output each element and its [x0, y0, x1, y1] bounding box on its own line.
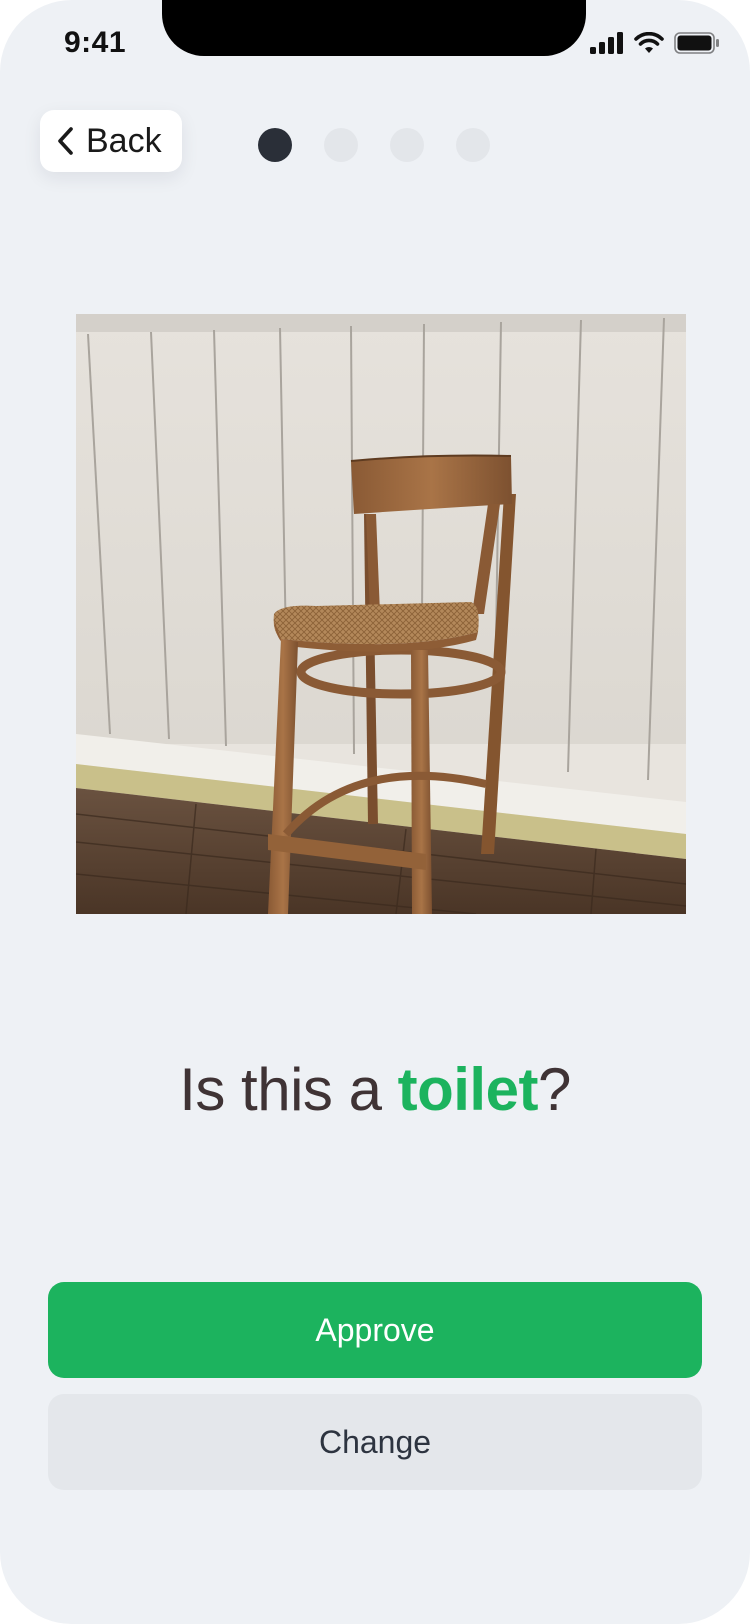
question-prefix: Is this a [179, 1056, 398, 1123]
change-button[interactable]: Change [48, 1394, 702, 1490]
wifi-icon [634, 32, 664, 53]
question-suffix: ? [537, 1056, 571, 1123]
back-button[interactable]: Back [40, 110, 182, 172]
chair-photo-image [76, 314, 686, 914]
back-button-label: Back [86, 121, 162, 160]
status-icons [590, 32, 720, 54]
app-screen: 9:41 Back Is this a toilet? Approve Chan… [0, 0, 750, 1624]
progress-dots [258, 128, 490, 162]
question-object-label: toilet [397, 1056, 539, 1123]
battery-icon [674, 32, 719, 54]
progress-dot [324, 128, 358, 162]
device-notch [162, 0, 586, 56]
status-time: 9:41 [64, 26, 127, 59]
approve-button[interactable]: Approve [48, 1282, 702, 1378]
progress-dot-active [258, 128, 292, 162]
progress-dot [390, 128, 424, 162]
chevron-left-icon [58, 127, 73, 155]
question-text: Is this a toilet? [0, 1055, 750, 1124]
signal-icon [590, 32, 623, 54]
progress-dot [456, 128, 490, 162]
item-photo [76, 314, 686, 914]
